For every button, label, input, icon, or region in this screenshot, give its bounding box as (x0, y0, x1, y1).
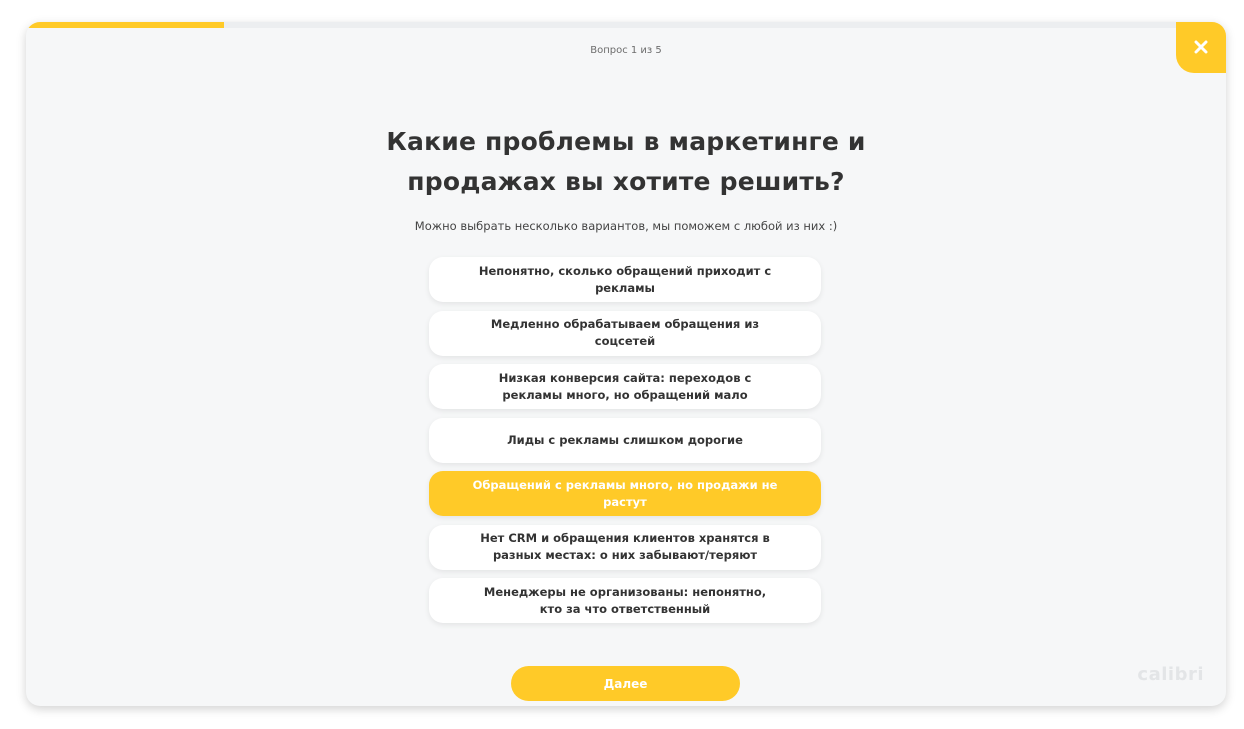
progress-bar-fill (26, 22, 224, 28)
answer-option[interactable]: Менеджеры не организованы: непонятно, кт… (429, 578, 821, 623)
progress-bar (26, 22, 1226, 28)
answer-option[interactable]: Непонятно, сколько обращений приходит с … (429, 257, 821, 302)
question-title-line-1: Какие проблемы в маркетинге и (386, 127, 866, 156)
answer-option[interactable]: Медленно обрабатываем обращения из соцсе… (429, 310, 821, 356)
answer-option[interactable]: Лиды с рекламы слишком дорогие (429, 417, 821, 463)
question-title: Какие проблемы в маркетинге и продажах в… (26, 122, 1226, 202)
question-title-line-2: продажах вы хотите решить? (407, 167, 845, 196)
question-counter: Вопрос 1 из 5 (590, 45, 662, 56)
brand-logo: calibri (1137, 664, 1204, 685)
quiz-modal: Вопрос 1 из 5 Какие проблемы в маркетинг… (26, 22, 1226, 706)
close-icon (1194, 40, 1208, 54)
answer-option[interactable]: Низкая конверсия сайта: переходов с рекл… (429, 364, 821, 409)
next-button[interactable]: Далее (511, 666, 740, 701)
close-button[interactable] (1176, 22, 1226, 73)
answer-option[interactable]: Нет CRM и обращения клиентов хранятся в … (429, 524, 821, 570)
answer-options: Непонятно, сколько обращений приходит с … (429, 257, 821, 632)
question-subtitle: Можно выбрать несколько вариантов, мы по… (414, 219, 838, 233)
answer-option[interactable]: Обращений с рекламы много, но продажи не… (429, 471, 821, 516)
